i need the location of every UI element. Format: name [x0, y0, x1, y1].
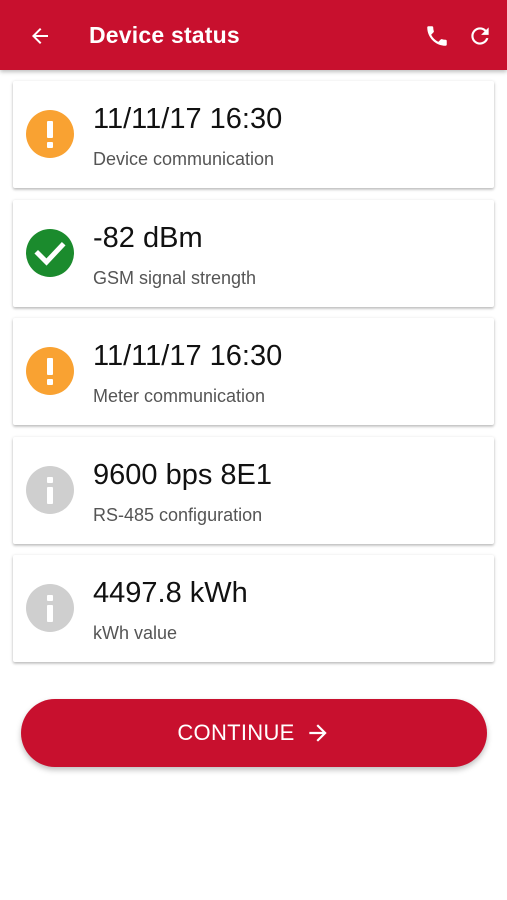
app-bar: Device status	[0, 0, 507, 70]
status-card-device-communication: 11/11/17 16:30 Device communication	[13, 81, 494, 188]
info-icon	[47, 595, 53, 622]
warning-status-icon	[26, 110, 74, 158]
phone-icon	[427, 26, 447, 46]
status-label: GSM signal strength	[93, 268, 257, 288]
status-card-gsm-signal: -82 dBm GSM signal strength	[13, 200, 494, 307]
status-card-meter-communication: 11/11/17 16:30 Meter communication	[13, 318, 494, 425]
info-status-icon	[26, 466, 74, 514]
continue-button[interactable]: CONTINUE	[21, 699, 487, 767]
status-value: 9600 bps 8E1	[93, 459, 272, 491]
status-label: Meter communication	[93, 386, 266, 406]
status-value: -82 dBm	[93, 222, 203, 254]
call-button[interactable]	[423, 22, 451, 50]
warning-status-icon	[26, 347, 74, 395]
info-status-icon	[26, 584, 74, 632]
page-title: Device status	[89, 22, 240, 48]
status-label: RS-485 configuration	[93, 505, 263, 525]
ok-status-icon	[26, 229, 74, 277]
info-icon	[47, 477, 53, 504]
continue-button-label: CONTINUE	[177, 720, 295, 745]
checkmark-icon	[34, 241, 66, 266]
arrow-left-icon	[32, 28, 48, 44]
status-card-kwh-value: 4497.8 kWh kWh value	[13, 555, 494, 662]
status-card-rs485-configuration: 9600 bps 8E1 RS-485 configuration	[13, 437, 494, 544]
back-button[interactable]	[26, 22, 54, 50]
arrow-right-icon	[305, 720, 331, 746]
status-value: 4497.8 kWh	[93, 577, 248, 609]
refresh-button[interactable]	[466, 22, 494, 50]
status-value: 11/11/17 16:30	[93, 103, 283, 135]
status-label: Device communication	[93, 149, 275, 169]
status-value: 11/11/17 16:30	[93, 340, 283, 372]
status-label: kWh value	[93, 623, 178, 643]
refresh-icon	[471, 27, 489, 45]
exclamation-icon	[47, 358, 53, 385]
exclamation-icon	[47, 121, 53, 148]
